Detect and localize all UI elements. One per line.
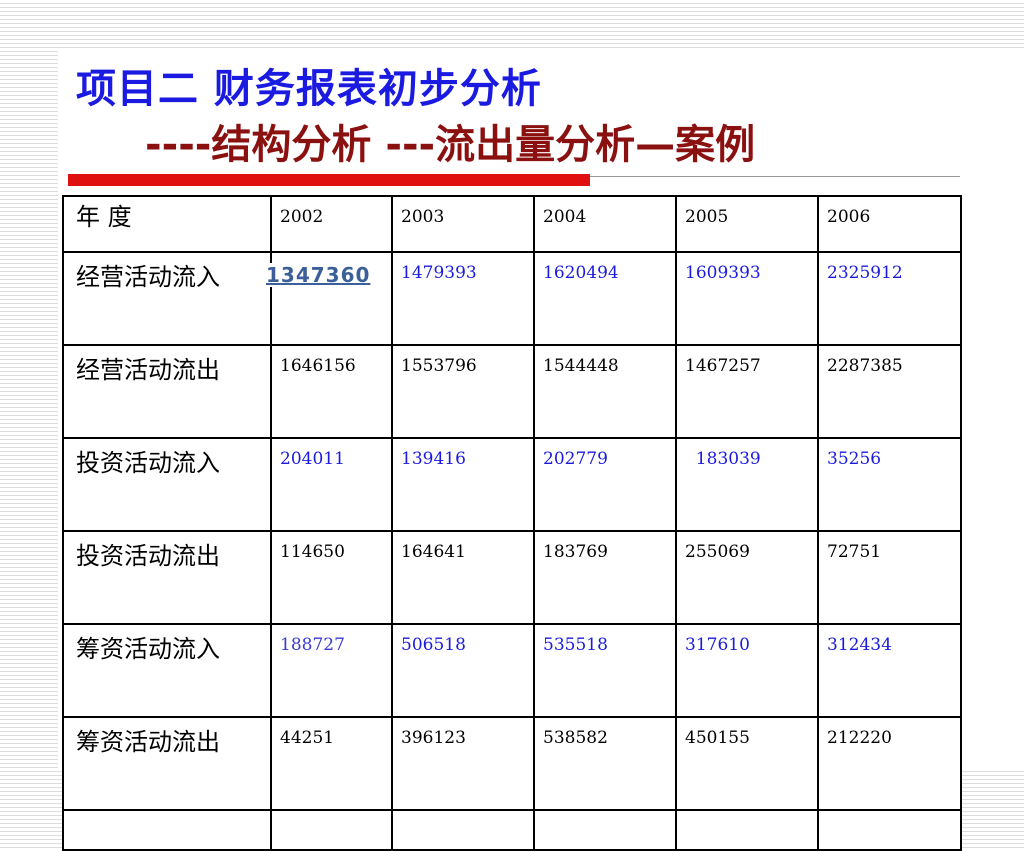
table-cell bbox=[533, 809, 677, 851]
table-cell bbox=[391, 809, 535, 851]
header-year-2002: 2002 bbox=[270, 195, 393, 253]
table-cell: 188727 bbox=[270, 623, 393, 718]
table-row: 筹资活动流入 188727 506518 535518 317610 31243… bbox=[62, 623, 962, 718]
header-year-2005: 2005 bbox=[675, 195, 819, 253]
table-row: 投资活动流入 204011 139416 202779 183039 35256 bbox=[62, 437, 962, 532]
table-cell: 183769 bbox=[533, 530, 677, 625]
table-cell: 396123 bbox=[391, 716, 535, 811]
table-cell: 2287385 bbox=[817, 344, 962, 439]
slide-title: 项目二 财务报表初步分析 bbox=[76, 66, 542, 112]
table-cell: 139416 bbox=[391, 437, 535, 532]
title-divider-line bbox=[590, 176, 960, 177]
table-row: 筹资活动流出 44251 396123 538582 450155 212220 bbox=[62, 716, 962, 811]
table-cell: 1544448 bbox=[533, 344, 677, 439]
subtitle-part1: 结构分析 bbox=[211, 122, 386, 168]
table-row: 经营活动流入 1479393 1620494 1609393 2325912 bbox=[62, 251, 962, 346]
table-cell: 114650 bbox=[270, 530, 393, 625]
row-label: 经营活动流入 bbox=[62, 251, 272, 346]
row-label: 筹资活动流出 bbox=[62, 716, 272, 811]
table-cell: 538582 bbox=[533, 716, 677, 811]
table-header-row: 年 度 2002 2003 2004 2005 2006 bbox=[62, 195, 962, 253]
table-cell: 535518 bbox=[533, 623, 677, 718]
highlighted-value: 1347360 bbox=[264, 263, 373, 287]
subtitle-dash-prefix: ---- bbox=[145, 122, 212, 168]
table-cell: 312434 bbox=[817, 623, 962, 718]
subtitle-dash: --- bbox=[385, 122, 436, 168]
table-cell bbox=[62, 809, 272, 851]
table-cell: 44251 bbox=[270, 716, 393, 811]
table-cell: 1609393 bbox=[675, 251, 819, 346]
table-cell: 1620494 bbox=[533, 251, 677, 346]
table-cell: 164641 bbox=[391, 530, 535, 625]
row-label: 投资活动流出 bbox=[62, 530, 272, 625]
slide-subtitle: ----结构分析 ---流出量分析—案例 bbox=[145, 112, 755, 170]
table-cell: 202779 bbox=[533, 437, 677, 532]
table-row bbox=[62, 809, 962, 851]
table-cell: 35256 bbox=[817, 437, 962, 532]
subtitle-part2: 流出量分析—案例 bbox=[435, 122, 756, 168]
cashflow-table: 年 度 2002 2003 2004 2005 2006 经营活动流入 1479… bbox=[62, 195, 962, 851]
table-cell: 1646156 bbox=[270, 344, 393, 439]
table-cell: 1467257 bbox=[675, 344, 819, 439]
table-cell: 506518 bbox=[391, 623, 535, 718]
table-cell: 255069 bbox=[675, 530, 819, 625]
table-cell: 183039 bbox=[675, 437, 819, 532]
header-year-2004: 2004 bbox=[533, 195, 677, 253]
header-year-2006: 2006 bbox=[817, 195, 962, 253]
table-cell bbox=[817, 809, 962, 851]
table-cell: 212220 bbox=[817, 716, 962, 811]
header-year-label: 年 度 bbox=[62, 195, 272, 253]
table-row: 投资活动流出 114650 164641 183769 255069 72751 bbox=[62, 530, 962, 625]
table-row: 经营活动流出 1646156 1553796 1544448 1467257 2… bbox=[62, 344, 962, 439]
table-cell: 317610 bbox=[675, 623, 819, 718]
title-underline-bar bbox=[68, 174, 590, 186]
table-cell bbox=[675, 809, 819, 851]
header-year-2003: 2003 bbox=[391, 195, 535, 253]
row-label: 投资活动流入 bbox=[62, 437, 272, 532]
table-cell: 72751 bbox=[817, 530, 962, 625]
table-cell bbox=[270, 809, 393, 851]
row-label: 筹资活动流入 bbox=[62, 623, 272, 718]
table-cell: 2325912 bbox=[817, 251, 962, 346]
table-cell: 204011 bbox=[270, 437, 393, 532]
table-cell: 1553796 bbox=[391, 344, 535, 439]
table-cell: 1479393 bbox=[391, 251, 535, 346]
table-cell: 450155 bbox=[675, 716, 819, 811]
row-label: 经营活动流出 bbox=[62, 344, 272, 439]
